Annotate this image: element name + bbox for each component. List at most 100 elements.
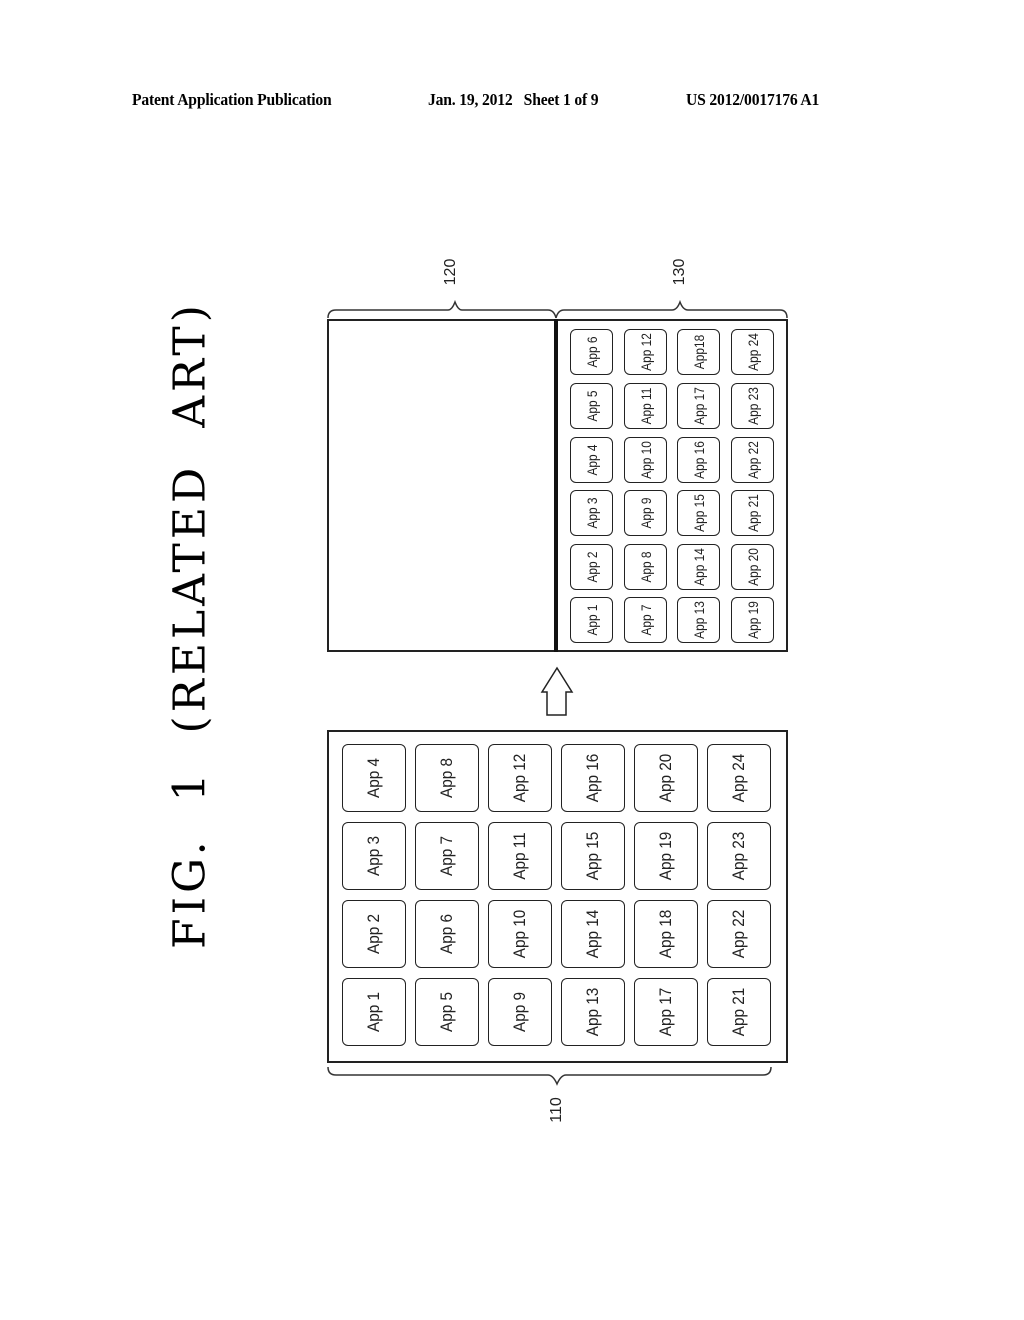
- app-label: App 5: [583, 390, 600, 422]
- app-icon[interactable]: App 22: [707, 900, 771, 968]
- panel-divider: [554, 319, 558, 652]
- app-icon[interactable]: App 21: [707, 978, 771, 1046]
- app-icon[interactable]: App 6: [570, 329, 613, 375]
- app-icon[interactable]: App 7: [415, 822, 479, 890]
- app-icon[interactable]: App 16: [561, 744, 625, 812]
- app-icon[interactable]: App 20: [634, 744, 698, 812]
- app-icon[interactable]: App 11: [488, 822, 552, 890]
- up-arrow-icon: [540, 666, 574, 716]
- app-label: App 15: [690, 494, 707, 532]
- figure-lines: [327, 299, 788, 1086]
- app-icon[interactable]: App 18: [634, 900, 698, 968]
- app-icon[interactable]: App 10: [488, 900, 552, 968]
- brace-130: [555, 299, 788, 319]
- app-label: App 11: [510, 832, 529, 880]
- app-icon[interactable]: App 9: [624, 490, 667, 536]
- app-icon[interactable]: App 10: [624, 437, 667, 483]
- app-icon[interactable]: App 8: [624, 544, 667, 590]
- app-icon[interactable]: App 24: [707, 744, 771, 812]
- app-label: App 11: [637, 387, 654, 425]
- app-label: App 10: [510, 909, 529, 959]
- app-icon[interactable]: App 8: [415, 744, 479, 812]
- app-label: App 9: [637, 497, 654, 529]
- app-label: App 2: [364, 914, 383, 954]
- app-label: App 17: [656, 987, 675, 1037]
- app-icon[interactable]: App 19: [634, 822, 698, 890]
- app-icon[interactable]: App 9: [488, 978, 552, 1046]
- app-label: App 17: [690, 387, 707, 425]
- app-label: App 13: [690, 601, 707, 639]
- app-label: App 14: [583, 909, 602, 959]
- app-icon[interactable]: App 20: [731, 544, 774, 590]
- app-label: App 20: [744, 548, 761, 586]
- app-label: App 2: [583, 551, 600, 583]
- app-label: App 18: [656, 909, 675, 959]
- app-label: App 19: [656, 831, 675, 881]
- app-label: App 1: [583, 604, 600, 636]
- app-icon[interactable]: App 17: [634, 978, 698, 1046]
- app-icon[interactable]: App 12: [488, 744, 552, 812]
- app-icon[interactable]: App 2: [570, 544, 613, 590]
- app-icon[interactable]: App 24: [731, 329, 774, 375]
- app-icon[interactable]: App 22: [731, 437, 774, 483]
- app-label: App 15: [583, 831, 602, 881]
- app-label: App 23: [744, 387, 761, 425]
- app-label: App 16: [690, 441, 707, 479]
- app-label: App 22: [744, 441, 761, 479]
- app-icon[interactable]: App 13: [561, 978, 625, 1046]
- app-icon[interactable]: App 4: [342, 744, 406, 812]
- ref-label-130: 130: [671, 258, 688, 286]
- app-label: App 8: [437, 758, 456, 798]
- app-icon[interactable]: App 5: [570, 383, 613, 429]
- app-label: App 13: [583, 987, 602, 1037]
- app-label: App 22: [729, 909, 748, 959]
- app-label: App 9: [510, 992, 529, 1032]
- app-label: App 10: [637, 441, 654, 479]
- app-icon[interactable]: App 2: [342, 900, 406, 968]
- app-label: App 12: [510, 753, 529, 803]
- app-label: App 12: [637, 333, 654, 371]
- app-icon[interactable]: App 17: [677, 383, 720, 429]
- app-label: App 24: [729, 753, 748, 803]
- app-label: App 4: [583, 444, 600, 476]
- app-icon[interactable]: App 12: [624, 329, 667, 375]
- app-icon[interactable]: App 14: [561, 900, 625, 968]
- app-label: App 7: [437, 836, 456, 876]
- app-icon[interactable]: App 13: [677, 597, 720, 643]
- app-label: App 19: [744, 601, 761, 639]
- app-icon[interactable]: App18: [677, 329, 720, 375]
- app-icon[interactable]: App 16: [677, 437, 720, 483]
- app-icon[interactable]: App 1: [570, 597, 613, 643]
- app-icon[interactable]: App 3: [570, 490, 613, 536]
- app-label: App 8: [637, 551, 654, 583]
- app-label: App 7: [637, 604, 654, 636]
- app-label: App 3: [583, 497, 600, 529]
- app-label: App 3: [364, 836, 383, 876]
- app-icon[interactable]: App 11: [624, 383, 667, 429]
- app-icon[interactable]: App 6: [415, 900, 479, 968]
- app-icon[interactable]: App 15: [677, 490, 720, 536]
- app-icon[interactable]: App 4: [570, 437, 613, 483]
- app-icon[interactable]: App 15: [561, 822, 625, 890]
- app-label: App18: [690, 334, 707, 370]
- app-icon[interactable]: App 7: [624, 597, 667, 643]
- app-icon[interactable]: App 3: [342, 822, 406, 890]
- app-icon[interactable]: App 23: [707, 822, 771, 890]
- app-label: App 16: [583, 753, 602, 803]
- app-icon[interactable]: App 23: [731, 383, 774, 429]
- app-icon[interactable]: App 1: [342, 978, 406, 1046]
- app-icon[interactable]: App 21: [731, 490, 774, 536]
- app-icon[interactable]: App 14: [677, 544, 720, 590]
- app-label: App 4: [364, 758, 383, 798]
- ref-label-120: 120: [442, 258, 459, 286]
- app-label: App 6: [583, 336, 600, 368]
- app-label: App 24: [744, 333, 761, 371]
- app-icon[interactable]: App 5: [415, 978, 479, 1046]
- app-label: App 1: [364, 992, 383, 1032]
- app-label: App 23: [729, 831, 748, 881]
- ref-label-110: 110: [548, 1097, 565, 1123]
- app-icon[interactable]: App 19: [731, 597, 774, 643]
- brace-110: [327, 1066, 772, 1086]
- brace-120: [327, 299, 557, 319]
- app-label: App 21: [744, 494, 761, 532]
